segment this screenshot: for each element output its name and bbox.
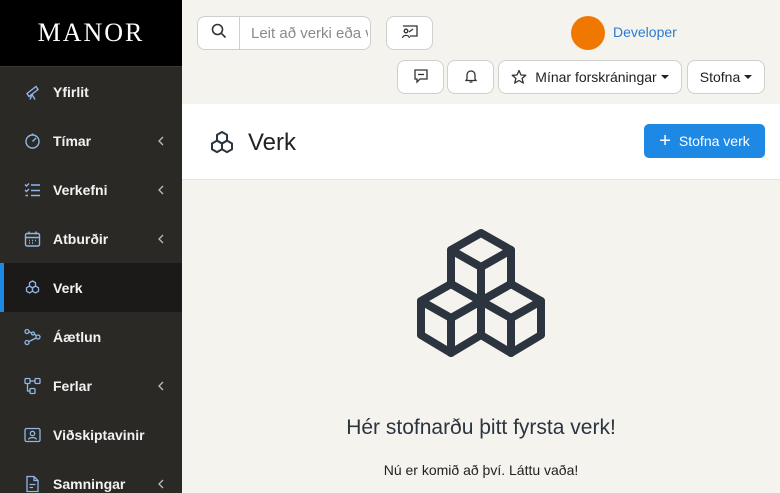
favorites-dropdown[interactable]: Mínar forskráningar	[498, 60, 682, 94]
top-bar: Developer Mínar forskráningar Stofna	[182, 0, 780, 104]
new-project-label: Stofna verk	[678, 133, 750, 149]
sidebar-item-label: Áætlun	[53, 328, 102, 345]
telescope-icon	[24, 83, 41, 100]
main-content: Hér stofnarðu þitt fyrsta verk! Nú er ko…	[182, 181, 780, 493]
avatar[interactable]	[571, 16, 605, 50]
sidebar-item-label: Tímar	[53, 132, 92, 149]
cubes-icon	[208, 129, 236, 157]
network-icon	[24, 328, 41, 345]
chevron-left-icon	[156, 185, 166, 195]
sidebar-item-verk[interactable]: Verk	[0, 263, 182, 312]
page-header: Verk + Stofna verk	[182, 104, 780, 180]
timer-icon	[24, 132, 41, 149]
empty-state-title: Hér stofnarðu þitt fyrsta verk!	[346, 416, 616, 439]
notifications-button[interactable]	[447, 60, 494, 94]
sidebar-item-label: Yfirlit	[53, 83, 89, 100]
page-title: Verk	[248, 129, 297, 156]
search-input[interactable]	[241, 18, 368, 48]
sidebar-item-label: Ferlar	[53, 377, 92, 394]
sidebar-item-aaetlun[interactable]: Áætlun	[0, 312, 182, 361]
cubes-icon	[24, 279, 41, 296]
calendar-icon	[24, 230, 41, 247]
presentation-icon	[401, 24, 419, 43]
sidebar-item-label: Samningar	[53, 475, 126, 492]
sidebar-item-label: Verkefni	[53, 181, 108, 198]
search-icon	[211, 23, 227, 44]
sidebar-item-vidskiptavinir[interactable]: Viðskiptavinir	[0, 410, 182, 459]
caret-down-icon	[744, 75, 753, 79]
create-dropdown[interactable]: Stofna	[687, 60, 765, 94]
empty-state-subtitle: Nú er komið að því. Láttu vaða!	[383, 462, 579, 478]
sidebar-item-label: Atburðir	[53, 230, 109, 247]
sidebar-item-label: Verk	[53, 279, 83, 296]
chat-button[interactable]	[397, 60, 444, 94]
sidebar-item-timar[interactable]: Tímar	[0, 116, 182, 165]
chat-icon	[413, 68, 429, 87]
bell-icon	[463, 68, 479, 87]
user-name-link[interactable]: Developer	[613, 24, 677, 40]
caret-down-icon	[660, 75, 669, 79]
presentation-button[interactable]	[386, 16, 433, 50]
star-icon	[511, 69, 527, 85]
cubes-icon	[409, 227, 553, 363]
task-list-icon	[24, 181, 41, 198]
sidebar-item-ferlar[interactable]: Ferlar	[0, 361, 182, 410]
app-logo[interactable]: MANOR	[0, 0, 182, 67]
sidebar: MANOR Yfirlit Tímar Verkefni Atburðir Ve…	[0, 0, 182, 493]
chevron-left-icon	[156, 479, 166, 489]
sidebar-item-atburdir[interactable]: Atburðir	[0, 214, 182, 263]
create-label: Stofna	[699, 69, 741, 85]
sidebar-item-yfirlit[interactable]: Yfirlit	[0, 67, 182, 116]
sidebar-item-samningar[interactable]: Samningar	[0, 459, 182, 493]
flow-icon	[24, 377, 41, 394]
chevron-left-icon	[156, 381, 166, 391]
contacts-icon	[24, 426, 41, 443]
contract-icon	[24, 475, 41, 492]
search-box	[197, 16, 371, 50]
sidebar-item-label: Viðskiptavinir	[53, 426, 145, 443]
plus-icon: +	[659, 130, 671, 152]
chevron-left-icon	[156, 234, 166, 244]
favorites-label: Mínar forskráningar	[535, 69, 657, 85]
new-project-button[interactable]: + Stofna verk	[644, 124, 765, 158]
sidebar-item-verkefni[interactable]: Verkefni	[0, 165, 182, 214]
search-button[interactable]	[198, 17, 240, 49]
chevron-left-icon	[156, 136, 166, 146]
